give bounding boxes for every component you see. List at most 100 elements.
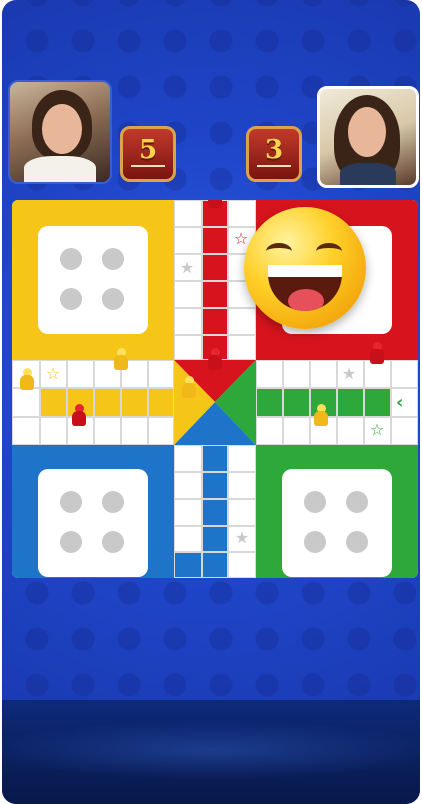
track-cell[interactable] [228, 200, 256, 227]
safe-star-icon: ★ [341, 364, 357, 383]
red-token[interactable] [208, 200, 222, 208]
level-badge-left: 5 [120, 126, 176, 182]
track-cell-green[interactable] [364, 388, 391, 417]
track-cell-blue[interactable] [202, 552, 228, 578]
emoji-eye [266, 243, 292, 260]
track-cell[interactable] [228, 335, 256, 360]
track-cell[interactable] [310, 360, 337, 388]
token-slot[interactable] [346, 531, 368, 553]
track-cell[interactable] [228, 445, 256, 472]
track-cell-yellow[interactable] [40, 388, 67, 417]
red-token[interactable] [370, 342, 384, 364]
track-cell[interactable] [228, 308, 256, 335]
player-avatar-left[interactable] [8, 80, 112, 184]
token-slot[interactable] [102, 288, 124, 310]
token-slot[interactable] [304, 491, 326, 513]
track-cell[interactable] [228, 472, 256, 499]
token-slot[interactable] [60, 491, 82, 513]
track-cell-red[interactable] [202, 308, 228, 335]
yellow-token[interactable] [182, 376, 196, 398]
level-badge-right: 3 [246, 126, 302, 182]
track-cell[interactable] [174, 200, 202, 227]
track-cell[interactable] [174, 281, 202, 308]
face [42, 104, 82, 154]
token-slot[interactable] [102, 248, 124, 270]
track-cell-red[interactable] [202, 227, 228, 254]
bottom-panel [2, 700, 420, 804]
track-cell[interactable] [40, 417, 67, 445]
track-cell[interactable] [94, 417, 121, 445]
track-cell[interactable] [148, 417, 174, 445]
token-slot[interactable] [102, 531, 124, 553]
token-slot[interactable] [102, 491, 124, 513]
track-cell[interactable] [148, 360, 174, 388]
track-cell[interactable] [174, 445, 202, 472]
track-cell-blue[interactable] [202, 526, 228, 552]
home-blue-base[interactable] [38, 469, 148, 577]
safe-star-icon: ★ [234, 528, 250, 547]
shirt [24, 156, 96, 182]
safe-star-icon: ★ [179, 258, 195, 277]
token-slot[interactable] [346, 491, 368, 513]
token-slot[interactable] [60, 288, 82, 310]
safe-star-icon: ☆ [45, 364, 61, 383]
yellow-token[interactable] [20, 368, 34, 390]
track-cell[interactable] [391, 417, 418, 445]
track-cell-blue[interactable] [202, 445, 228, 472]
track-cell[interactable] [174, 499, 202, 526]
home-green [256, 445, 418, 578]
shirt [340, 163, 396, 185]
home-yellow-base[interactable] [38, 226, 148, 334]
track-cell[interactable] [67, 360, 94, 388]
track-cell[interactable] [364, 360, 391, 388]
token-slot[interactable] [60, 531, 82, 553]
center-finish [174, 360, 256, 445]
track-cell[interactable] [12, 417, 40, 445]
crossed-swords-icon [257, 165, 291, 175]
track-cell-yellow[interactable] [148, 388, 174, 417]
track-cell-red[interactable] [202, 254, 228, 281]
token-slot[interactable] [304, 531, 326, 553]
track-cell-blue[interactable] [202, 499, 228, 526]
yellow-token[interactable] [314, 404, 328, 426]
game-screen: 5 3 ☆ ★ ☆ ★ ☆ ★ ☆ ‹ [2, 0, 420, 804]
track-cell-blue[interactable] [202, 472, 228, 499]
home-yellow [12, 200, 174, 360]
yellow-token[interactable] [114, 348, 128, 370]
track-cell[interactable] [174, 335, 202, 360]
safe-star-icon: ☆ [179, 554, 195, 573]
track-cell[interactable] [256, 417, 283, 445]
track-cell[interactable] [256, 360, 283, 388]
face [348, 107, 386, 157]
track-cell[interactable] [228, 552, 256, 578]
track-cell[interactable] [174, 472, 202, 499]
emoji-eye [316, 243, 342, 260]
crossed-swords-icon [131, 165, 165, 175]
red-token[interactable] [72, 404, 86, 426]
token-slot[interactable] [60, 248, 82, 270]
safe-star-icon: ☆ [369, 420, 385, 439]
track-cell[interactable] [174, 227, 202, 254]
home-green-base[interactable] [282, 469, 392, 577]
track-cell[interactable] [283, 360, 310, 388]
track-cell[interactable] [228, 499, 256, 526]
laughing-emoji-icon [244, 207, 366, 329]
track-cell[interactable] [391, 360, 418, 388]
level-number-right: 3 [264, 135, 284, 165]
track-cell-green[interactable] [337, 388, 364, 417]
emoji-mouth [268, 265, 342, 311]
track-cell[interactable] [12, 388, 40, 417]
track-cell[interactable] [174, 308, 202, 335]
level-number-left: 5 [138, 135, 158, 165]
track-cell[interactable] [283, 417, 310, 445]
track-cell[interactable] [337, 417, 364, 445]
track-cell-yellow[interactable] [94, 388, 121, 417]
track-cell-green[interactable] [256, 388, 283, 417]
player-avatar-right[interactable] [317, 86, 419, 188]
track-cell[interactable] [121, 417, 148, 445]
track-cell-yellow[interactable] [121, 388, 148, 417]
red-token[interactable] [208, 348, 222, 370]
track-cell-green[interactable] [283, 388, 310, 417]
track-cell[interactable] [174, 526, 202, 552]
track-cell-red[interactable] [202, 281, 228, 308]
